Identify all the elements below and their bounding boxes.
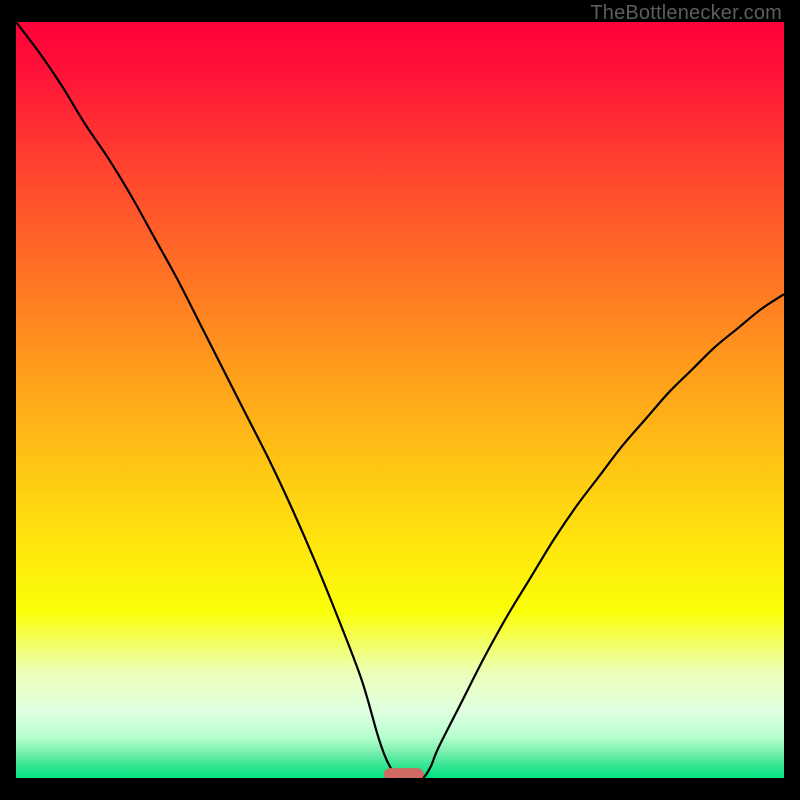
chart-plot-area — [16, 22, 784, 778]
optimal-marker — [384, 768, 424, 778]
chart-svg — [16, 22, 784, 778]
gradient-background — [16, 22, 784, 778]
chart-frame: TheBottlenecker.com — [0, 0, 800, 800]
